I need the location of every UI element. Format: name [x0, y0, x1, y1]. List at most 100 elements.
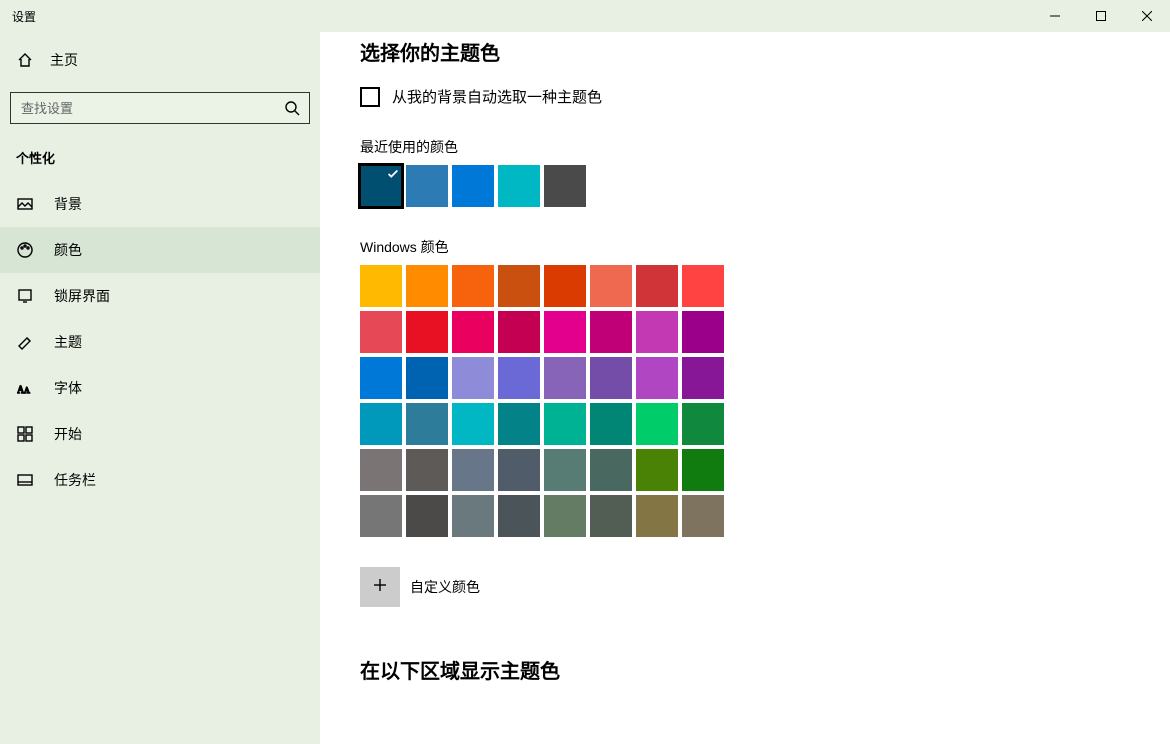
color-swatch[interactable] [544, 311, 586, 353]
color-swatch[interactable] [682, 357, 724, 399]
color-swatch[interactable] [682, 449, 724, 491]
sidebar-item-label: 字体 [54, 378, 82, 398]
window-title: 设置 [12, 8, 36, 25]
windows-colors-label: Windows 颜色 [360, 237, 1130, 257]
color-swatch[interactable] [544, 357, 586, 399]
background-icon [16, 196, 34, 212]
home-icon [16, 52, 34, 68]
recent-color-swatch[interactable] [544, 165, 586, 207]
fonts-icon: AA [16, 380, 34, 396]
color-swatch[interactable] [544, 495, 586, 537]
color-swatch[interactable] [360, 265, 402, 307]
color-swatch[interactable] [406, 357, 448, 399]
color-swatch[interactable] [544, 265, 586, 307]
color-swatch[interactable] [452, 495, 494, 537]
color-swatch[interactable] [682, 495, 724, 537]
recent-color-swatch[interactable] [452, 165, 494, 207]
color-swatch[interactable] [636, 265, 678, 307]
home-label: 主页 [50, 50, 78, 70]
color-swatch[interactable] [590, 403, 632, 445]
color-swatch[interactable] [406, 265, 448, 307]
sidebar-item-taskbar[interactable]: 任务栏 [0, 457, 320, 503]
sidebar-item-fonts[interactable]: AA 字体 [0, 365, 320, 411]
custom-color-label: 自定义颜色 [410, 577, 480, 597]
color-swatch[interactable] [590, 311, 632, 353]
color-swatch[interactable] [498, 265, 540, 307]
color-swatch[interactable] [544, 449, 586, 491]
sidebar-item-background[interactable]: 背景 [0, 181, 320, 227]
color-swatch[interactable] [636, 495, 678, 537]
color-swatch[interactable] [360, 357, 402, 399]
color-swatch[interactable] [452, 357, 494, 399]
color-swatch[interactable] [406, 495, 448, 537]
color-swatch[interactable] [498, 449, 540, 491]
sidebar-item-start[interactable]: 开始 [0, 411, 320, 457]
show-accent-heading: 在以下区域显示主题色 [360, 655, 1130, 684]
color-swatch[interactable] [452, 311, 494, 353]
color-swatch[interactable] [590, 495, 632, 537]
titlebar: 设置 [0, 0, 1170, 32]
colors-icon [16, 242, 34, 258]
check-icon [386, 167, 400, 186]
sidebar-item-label: 开始 [54, 424, 82, 444]
color-swatch[interactable] [498, 403, 540, 445]
color-swatch[interactable] [452, 449, 494, 491]
color-swatch[interactable] [636, 311, 678, 353]
color-swatch[interactable] [406, 311, 448, 353]
color-swatch[interactable] [682, 403, 724, 445]
search-input[interactable] [10, 92, 310, 124]
sidebar-item-themes[interactable]: 主题 [0, 319, 320, 365]
color-swatch[interactable] [636, 357, 678, 399]
color-swatch[interactable] [544, 403, 586, 445]
color-swatch[interactable] [406, 403, 448, 445]
color-swatch[interactable] [360, 449, 402, 491]
auto-pick-checkbox[interactable] [360, 87, 380, 107]
section-label: 个性化 [0, 124, 320, 177]
plus-icon [372, 577, 388, 598]
lockscreen-icon [16, 288, 34, 304]
close-button[interactable] [1124, 0, 1170, 32]
sidebar-item-label: 任务栏 [54, 470, 96, 490]
search-icon [284, 100, 300, 121]
svg-text:A: A [24, 386, 30, 395]
recent-colors-label: 最近使用的颜色 [360, 137, 1130, 157]
color-swatch[interactable] [406, 449, 448, 491]
sidebar-item-lockscreen[interactable]: 锁屏界面 [0, 273, 320, 319]
taskbar-icon [16, 472, 34, 488]
themes-icon [16, 334, 34, 350]
color-swatch[interactable] [498, 357, 540, 399]
sidebar: 主页 个性化 背景颜色锁屏界面主题 AA 字体开始任务栏 [0, 32, 320, 744]
color-swatch[interactable] [452, 403, 494, 445]
color-swatch[interactable] [682, 311, 724, 353]
color-swatch[interactable] [590, 265, 632, 307]
color-swatch[interactable] [636, 449, 678, 491]
windows-colors-palette [360, 265, 1130, 537]
color-swatch[interactable] [590, 357, 632, 399]
color-swatch[interactable] [360, 495, 402, 537]
color-swatch[interactable] [590, 449, 632, 491]
color-swatch[interactable] [498, 311, 540, 353]
color-swatch[interactable] [498, 495, 540, 537]
sidebar-item-colors[interactable]: 颜色 [0, 227, 320, 273]
recent-color-swatch[interactable] [360, 165, 402, 207]
color-swatch[interactable] [360, 311, 402, 353]
sidebar-item-label: 背景 [54, 194, 82, 214]
custom-color-button[interactable] [360, 567, 400, 607]
color-swatch[interactable] [636, 403, 678, 445]
recent-color-swatch[interactable] [498, 165, 540, 207]
color-swatch[interactable] [452, 265, 494, 307]
recent-color-swatch[interactable] [406, 165, 448, 207]
sidebar-item-label: 主题 [54, 332, 82, 352]
auto-pick-row[interactable]: 从我的背景自动选取一种主题色 [360, 86, 1130, 107]
recent-colors-row [360, 165, 1130, 207]
maximize-button[interactable] [1078, 0, 1124, 32]
choose-accent-heading: 选择你的主题色 [360, 37, 1130, 66]
auto-pick-label: 从我的背景自动选取一种主题色 [392, 86, 602, 107]
sidebar-item-label: 锁屏界面 [54, 286, 110, 306]
home-link[interactable]: 主页 [0, 32, 320, 78]
minimize-button[interactable] [1032, 0, 1078, 32]
content-pane[interactable]: 颜色 选择你的主题色 从我的背景自动选取一种主题色 最近使用的颜色 Window… [320, 32, 1170, 744]
color-swatch[interactable] [360, 403, 402, 445]
start-icon [16, 426, 34, 442]
color-swatch[interactable] [682, 265, 724, 307]
